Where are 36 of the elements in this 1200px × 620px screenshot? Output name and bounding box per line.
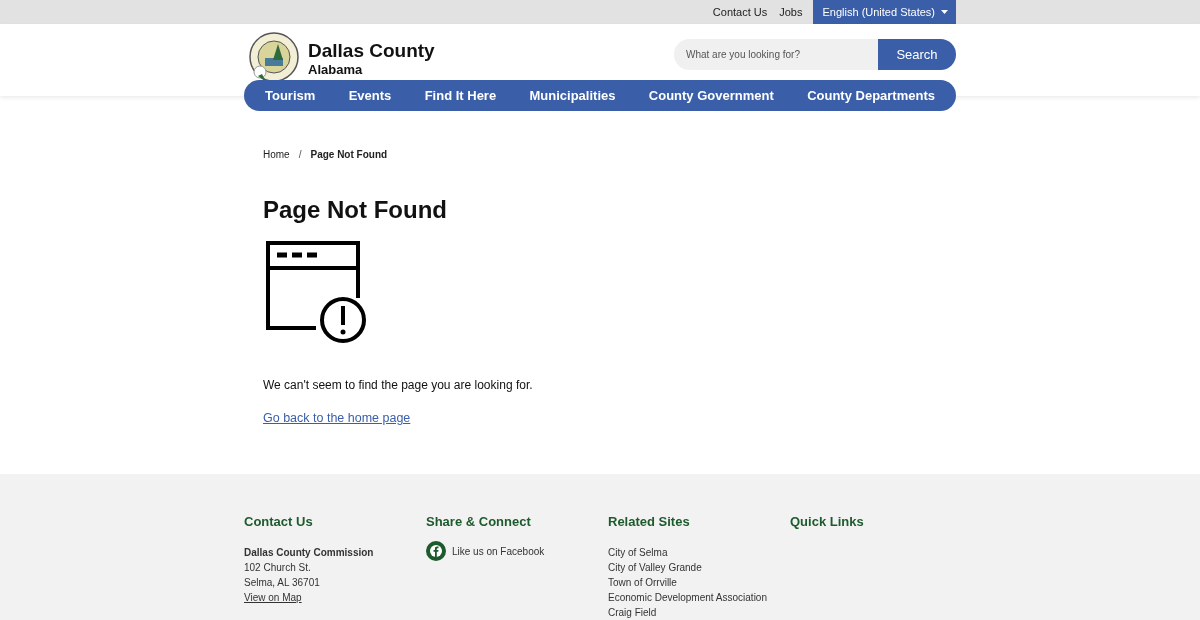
home-page-link[interactable]: Go back to the home page (263, 411, 411, 425)
address-line: 102 Church St. (244, 561, 312, 575)
caret-icon (941, 10, 948, 14)
language-dropdown[interactable]: English (United States) (812, 0, 956, 24)
nav-link[interactable]: Find It Here (424, 88, 497, 103)
nav-link[interactable]: Tourism (265, 88, 316, 103)
page-heading: Page Not Found (263, 196, 448, 224)
facebook-icon (426, 541, 446, 561)
error-message: We can't seem to find the page you are looking for. (263, 378, 534, 392)
related-site-link[interactable]: City of Selma (608, 545, 668, 560)
nav-link[interactable]: Municipalities (529, 88, 616, 103)
breadcrumb-link[interactable]: Page Not Found (310, 149, 388, 160)
site-subtitle: Alabama (308, 61, 364, 77)
footer-heading: Share & Connect (426, 514, 532, 529)
browser-window-alert-icon (263, 240, 369, 344)
utility-link[interactable]: Jobs (773, 6, 809, 18)
related-site-link[interactable]: City of Valley Grande (608, 560, 702, 575)
address-line: Selma, AL 36701 (244, 576, 321, 590)
related-site-link[interactable]: Town of Orrville (608, 575, 677, 590)
utility-link[interactable]: Contact Us (706, 6, 774, 18)
search-button[interactable]: Search (878, 38, 956, 70)
nav-link[interactable]: Events (348, 88, 392, 103)
footer-heading: Related Sites (608, 514, 691, 529)
facebook-link[interactable]: Like us on Facebook (426, 541, 545, 561)
site-title: Dallas County (308, 39, 435, 62)
nav-link[interactable]: County Government (648, 88, 774, 103)
related-site-link[interactable]: Economic Development Association (608, 590, 767, 605)
footer-heading: Contact Us (244, 514, 314, 529)
breadcrumb-separator: / (298, 149, 302, 160)
search-field[interactable]: What are you looking for? (674, 38, 878, 70)
breadcrumb-link[interactable]: Home (263, 149, 290, 160)
contact-name: Dallas County Commission (244, 546, 375, 560)
nav-link[interactable]: County Departments (807, 88, 935, 103)
related-site-link[interactable]: Craig Field (608, 605, 657, 620)
map-link[interactable]: View on Map (244, 590, 302, 605)
footer-heading: Quick Links (790, 514, 865, 529)
